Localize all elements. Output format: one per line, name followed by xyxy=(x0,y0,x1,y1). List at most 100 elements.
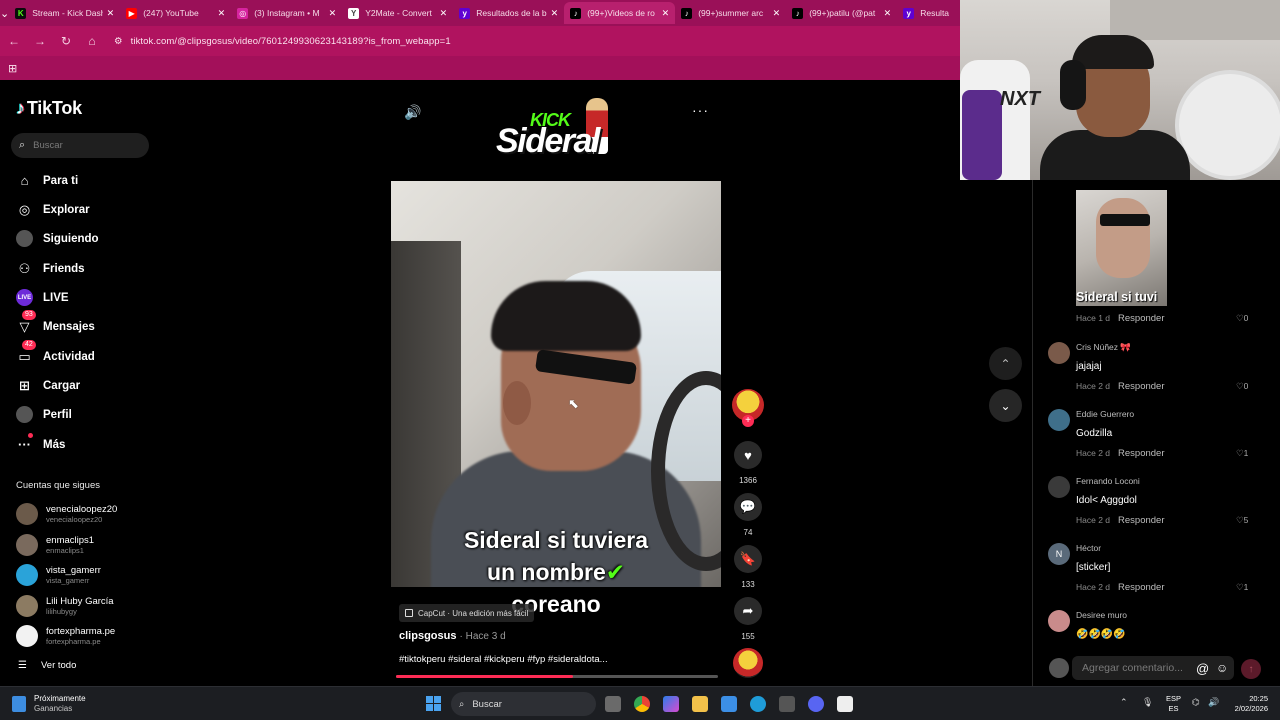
tab-close-icon[interactable]: ✕ xyxy=(551,8,559,19)
first-comment-likes[interactable]: ♡0 xyxy=(1236,313,1248,324)
tab-search-icon[interactable]: ⌄ xyxy=(0,0,9,26)
windows-start-icon[interactable] xyxy=(426,696,441,711)
video-progress-bar[interactable] xyxy=(396,675,718,678)
comment-like[interactable]: ♡0 xyxy=(1236,381,1248,392)
more-options-icon[interactable]: ··· xyxy=(692,102,709,118)
follow-plus-icon[interactable]: + xyxy=(742,415,754,427)
settings-taskbar-icon[interactable] xyxy=(779,696,795,712)
send-arrow-icon[interactable]: ↑ xyxy=(1241,659,1261,679)
sidebar-item-siguiendo[interactable]: Siguiendo xyxy=(16,230,99,247)
see-all-button[interactable]: ☰ Ver todo xyxy=(18,660,76,671)
tab-close-icon[interactable]: ✕ xyxy=(107,8,115,19)
tab-close-icon[interactable]: ✕ xyxy=(773,8,781,19)
task-view-icon[interactable] xyxy=(605,696,621,712)
reply-button[interactable]: Responder xyxy=(1118,381,1164,392)
forward-icon[interactable]: → xyxy=(28,29,52,53)
video-author[interactable]: clipsgosus · Hace 3 d xyxy=(399,630,506,642)
bookmark-icon[interactable]: 🔖 xyxy=(734,545,762,573)
reload-icon[interactable]: ↻ xyxy=(54,29,78,53)
sidebar-item-cargar[interactable]: ⊞ Cargar xyxy=(16,377,80,394)
reply-button[interactable]: Responder xyxy=(1118,515,1164,526)
reply-button[interactable]: Responder xyxy=(1118,448,1164,459)
url-field[interactable]: ⚙ tiktok.com/@clipsgosus/video/7601249930… xyxy=(114,36,451,47)
emoji-icon[interactable]: ☺ xyxy=(1216,661,1228,675)
following-account[interactable]: Lili Huby García lilihubygy xyxy=(16,594,114,617)
sidebar-item-actividad[interactable]: ▭ 42 Actividad xyxy=(16,340,95,365)
network-icon[interactable]: ⌬ xyxy=(1192,697,1200,708)
sidebar-item-perfil[interactable]: Perfil xyxy=(16,406,72,423)
commenter-avatar[interactable] xyxy=(1048,476,1070,498)
commenter-name[interactable]: Cris Núñez 🎀 xyxy=(1076,342,1131,353)
browser-tab[interactable]: y Resultados de la b ✕ xyxy=(453,2,564,24)
reply-button[interactable]: Responder xyxy=(1118,582,1164,593)
reply-button[interactable]: Responder xyxy=(1118,313,1164,324)
previous-video-chevron-up-icon[interactable]: ⌃ xyxy=(989,347,1022,380)
store-icon[interactable] xyxy=(721,696,737,712)
comment-like[interactable]: ♡1 xyxy=(1236,582,1248,593)
tab-close-icon[interactable]: ✕ xyxy=(218,8,226,19)
like-icon[interactable]: ♥ xyxy=(734,441,762,469)
edge-icon[interactable] xyxy=(750,696,766,712)
commenter-avatar[interactable] xyxy=(1048,409,1070,431)
following-account[interactable]: enmaclips1 enmaclips1 xyxy=(16,533,94,556)
volume-icon[interactable]: 🔊 xyxy=(404,104,421,121)
browser-tab[interactable]: Y Y2Mate - Convert ✕ xyxy=(342,2,453,24)
mention-icon[interactable]: @ xyxy=(1196,661,1209,676)
share-icon[interactable]: ➦ xyxy=(734,597,762,625)
back-icon[interactable]: ← xyxy=(2,29,26,53)
commenter-name[interactable]: Eddie Guerrero xyxy=(1076,409,1134,419)
following-account[interactable]: vista_gamerr vista_gamerr xyxy=(16,564,101,586)
sidebar-item-mensajes[interactable]: ▽ 93 Mensajes xyxy=(16,310,95,335)
search-input[interactable]: ⌕ Buscar xyxy=(11,133,149,158)
browser-tab[interactable]: ▶ (247) YouTube ✕ xyxy=(120,2,231,24)
tiktok-logo[interactable]: ♪ TikTok xyxy=(16,98,82,119)
reply-thumbnail[interactable]: Sideral si tuvi xyxy=(1076,190,1167,306)
browser-tab[interactable]: K Stream - Kick Dash ✕ xyxy=(9,2,120,24)
microphone-icon[interactable]: 🎙 xyxy=(1142,697,1153,708)
taskbar-search[interactable]: ⌕ Buscar xyxy=(451,692,596,716)
tray-chevron-icon[interactable]: ⌃ xyxy=(1120,697,1128,708)
sidebar-item-m-s[interactable]: ··· Más xyxy=(16,433,65,453)
commenter-avatar[interactable] xyxy=(1048,610,1070,632)
sidebar-item-live[interactable]: LIVE LIVE xyxy=(16,289,69,306)
chrome-icon[interactable] xyxy=(634,696,650,712)
video-description[interactable]: #tiktokperu #sideral #kickperu #fyp #sid… xyxy=(399,654,608,665)
sidebar-item-explorar[interactable]: ◎ Explorar xyxy=(16,201,90,218)
comment-like[interactable]: ♡1 xyxy=(1236,448,1248,459)
capcut-taskbar-icon[interactable] xyxy=(837,696,853,712)
site-settings-icon[interactable]: ⚙ xyxy=(114,36,123,47)
speaker-icon[interactable]: 🔊 xyxy=(1208,697,1219,708)
browser-tab[interactable]: ♪ (99+)summer arc ✕ xyxy=(675,2,786,24)
sidebar-item-para-ti[interactable]: ⌂ Para ti xyxy=(16,172,79,189)
apps-grid-icon[interactable]: ⊞ xyxy=(8,62,17,75)
tab-close-icon[interactable]: ✕ xyxy=(329,8,337,19)
commenter-name[interactable]: Héctor xyxy=(1076,543,1101,553)
browser-tab[interactable]: ♪ (99+)patilu (@pat ✕ xyxy=(786,2,897,24)
comment-like[interactable]: ♡5 xyxy=(1236,515,1248,526)
browser-tab[interactable]: ◎ (3) Instagram • M ✕ xyxy=(231,2,342,24)
following-account[interactable]: fortexpharma.pe fortexpharma.pe xyxy=(16,625,115,647)
add-comment-input[interactable]: Agregar comentario... @ ☺ xyxy=(1072,656,1234,680)
commenter-avatar[interactable]: N xyxy=(1048,543,1070,565)
sidebar-item-friends[interactable]: ⚇ Friends xyxy=(16,260,85,277)
copilot-icon[interactable] xyxy=(663,696,679,712)
clock[interactable]: 20:25 2/02/2026 xyxy=(1224,694,1268,714)
comment-icon[interactable]: 💬 xyxy=(734,493,762,521)
commenter-name[interactable]: Desiree muro xyxy=(1076,610,1127,620)
commenter-avatar[interactable] xyxy=(1048,342,1070,364)
widgets-button[interactable]: Próximamente Ganancias xyxy=(12,694,86,714)
next-video-chevron-down-icon[interactable]: ⌄ xyxy=(989,389,1022,422)
commenter-name[interactable]: Fernando Loconi xyxy=(1076,476,1140,486)
tab-close-icon[interactable]: ✕ xyxy=(884,8,892,19)
input-language[interactable]: ESP ES xyxy=(1166,694,1181,714)
home-browser-icon[interactable]: ⌂ xyxy=(80,29,104,53)
discord-icon[interactable] xyxy=(808,696,824,712)
music-disc-icon[interactable] xyxy=(733,648,763,678)
file-explorer-icon[interactable] xyxy=(692,696,708,712)
tab-close-icon[interactable]: ✕ xyxy=(440,8,448,19)
browser-tab[interactable]: ♪ (99+)Videos de ro ✕ xyxy=(564,2,676,24)
capcut-badge[interactable]: CapCut · Una edición más fácil xyxy=(399,604,535,622)
browser-tab[interactable]: y Resulta xyxy=(897,2,960,24)
following-account[interactable]: venecialoopez20 venecialoopez20 xyxy=(16,503,117,525)
tab-close-icon[interactable]: ✕ xyxy=(662,8,670,19)
